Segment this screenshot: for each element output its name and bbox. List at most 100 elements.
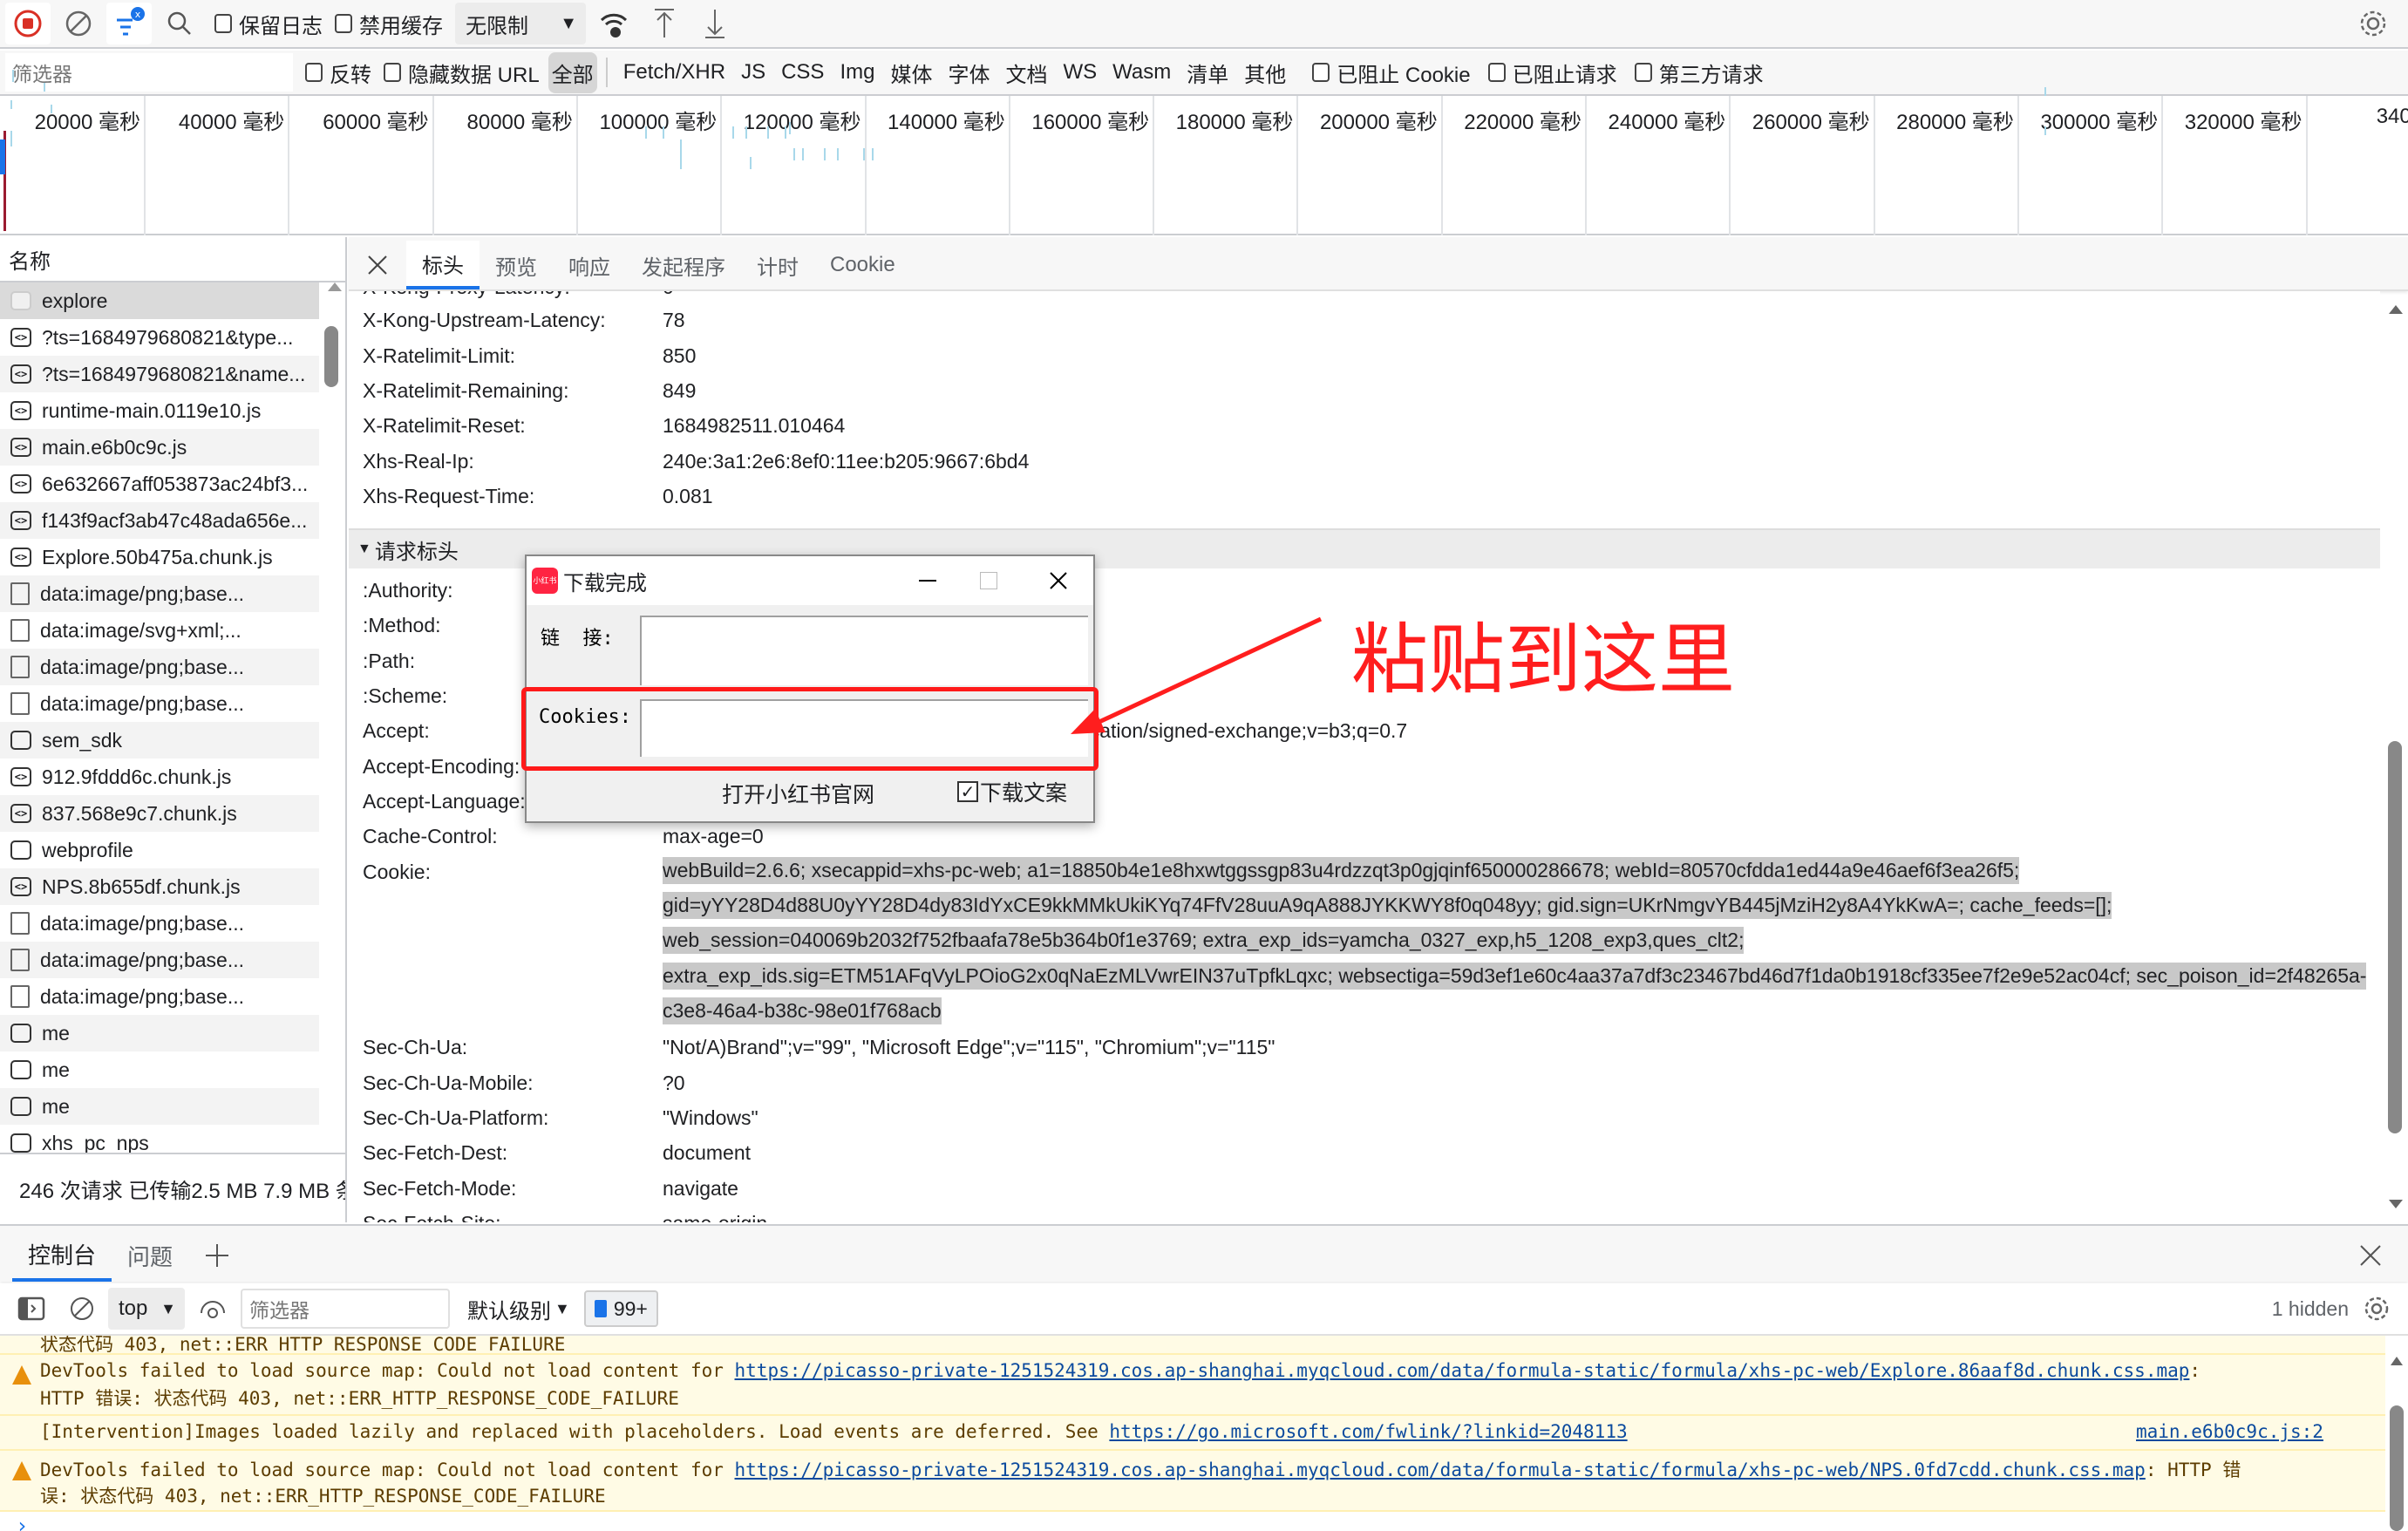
scroll-up-icon[interactable] — [2391, 1357, 2403, 1365]
close-detail-button[interactable] — [349, 241, 406, 289]
checkmark-icon[interactable]: ✓ — [957, 781, 978, 802]
request-row[interactable]: explore — [0, 282, 319, 319]
link-input[interactable] — [640, 616, 1088, 685]
request-row[interactable]: data:image/png;base... — [0, 905, 319, 942]
cookie-value-line[interactable]: web_session=040069b2032f752fbaafa78e5b36… — [663, 927, 1745, 955]
sidebar-toggle-button[interactable] — [9, 1288, 54, 1330]
request-row[interactable]: <> main.e6b0c9c.js — [0, 429, 319, 466]
request-row[interactable]: data:image/svg+xml;... — [0, 612, 319, 649]
scroll-down-icon[interactable] — [2389, 1200, 2403, 1208]
checkbox-box[interactable] — [1634, 63, 1652, 82]
name-column-header[interactable]: 名称 — [0, 237, 345, 282]
type-filter-wasm[interactable]: Wasm — [1112, 60, 1171, 85]
dialog-close-button[interactable] — [1024, 571, 1093, 590]
request-row[interactable]: <> 837.568e9c7.chunk.js — [0, 795, 319, 832]
import-har-button[interactable] — [642, 3, 687, 44]
checkbox-box[interactable] — [1487, 63, 1506, 82]
request-row[interactable]: <> f143f9acf3ab47c48ada656e... — [0, 502, 319, 539]
cookies-input[interactable] — [640, 699, 1088, 757]
network-settings-button[interactable] — [2350, 3, 2396, 44]
console-settings-button[interactable] — [2354, 1288, 2399, 1330]
type-filter-css[interactable]: CSS — [781, 60, 824, 85]
type-filter-ws[interactable]: WS — [1063, 60, 1097, 85]
request-row[interactable]: data:image/png;base... — [0, 685, 319, 722]
record-button[interactable] — [5, 3, 51, 44]
close-drawer-button[interactable] — [2343, 1229, 2398, 1282]
type-filter-img[interactable]: Img — [840, 60, 874, 85]
third-party-checkbox[interactable]: 第三方请求 — [1634, 58, 1764, 88]
network-conditions-button[interactable] — [591, 3, 636, 44]
tab-initiator[interactable]: 发起程序 — [626, 241, 741, 289]
type-filter-manifest[interactable]: 清单 — [1187, 58, 1228, 88]
type-filter-font[interactable]: 字体 — [948, 58, 990, 88]
clear-button[interactable] — [56, 3, 101, 44]
type-filter-js[interactable]: JS — [741, 60, 765, 85]
blocked-requests-checkbox[interactable]: 已阻止请求 — [1487, 58, 1617, 88]
preserve-log-checkbox[interactable]: 保留日志 — [214, 9, 323, 39]
console-filter-input[interactable]: 筛选器 — [241, 1289, 450, 1329]
scroll-up-icon[interactable] — [2389, 305, 2403, 314]
headers-scrollbar[interactable] — [2385, 296, 2405, 1221]
search-button[interactable] — [157, 3, 202, 44]
type-filter-other[interactable]: 其他 — [1244, 58, 1286, 88]
maximize-button[interactable] — [954, 572, 1024, 589]
network-overview-timeline[interactable]: 20000 毫秒 40000 毫秒 60000 毫秒 80000 毫秒 100000 毫… — [0, 70, 2408, 235]
filter-toggle-button[interactable]: x — [106, 3, 152, 44]
type-filter-media[interactable]: 媒体 — [890, 58, 932, 88]
export-har-button[interactable] — [692, 3, 738, 44]
tab-preview[interactable]: 预览 — [480, 241, 553, 289]
message-count-badge[interactable]: 99+ — [583, 1290, 658, 1327]
clear-console-button[interactable] — [59, 1288, 105, 1330]
request-row[interactable]: <> Explore.50b475a.chunk.js — [0, 539, 319, 575]
minimize-button[interactable] — [901, 580, 954, 582]
tab-response[interactable]: 响应 — [553, 241, 626, 289]
tab-timing[interactable]: 计时 — [741, 241, 814, 289]
source-map-link[interactable]: https://picasso-private-1251524319.cos.a… — [735, 1460, 2146, 1480]
checkbox-box[interactable] — [384, 63, 401, 82]
scrollbar-thumb[interactable] — [2390, 1405, 2404, 1531]
request-row[interactable]: <> 912.9fddd6c.chunk.js — [0, 759, 319, 795]
checkbox-box[interactable] — [335, 14, 352, 33]
log-level-select[interactable]: 默认级别 ▼ — [467, 1294, 570, 1324]
request-row[interactable]: <> runtime-main.0119e10.js — [0, 392, 319, 429]
scroll-up-icon[interactable] — [328, 282, 342, 291]
throttle-select[interactable]: 无限制 ▼ — [455, 3, 586, 44]
checkbox-box[interactable] — [214, 14, 232, 33]
request-row[interactable]: <> 6e632667aff053873ac24bf3... — [0, 466, 319, 502]
cookie-value-line[interactable]: webBuild=2.6.6; xsecappid=xhs-pc-web; a1… — [663, 856, 2020, 884]
console-scrollbar[interactable] — [2387, 1336, 2406, 1531]
download-text-checkbox[interactable]: ✓ 下载文案 — [957, 776, 1067, 807]
type-filter-all[interactable]: 全部 — [548, 51, 597, 93]
tab-issues[interactable]: 问题 — [112, 1229, 188, 1282]
request-row[interactable]: webprofile — [0, 832, 319, 868]
request-row[interactable]: data:image/png;base... — [0, 575, 319, 612]
request-row[interactable]: me — [0, 1015, 319, 1051]
request-row[interactable]: data:image/png;base... — [0, 942, 319, 978]
tab-headers[interactable]: 标头 — [406, 241, 480, 289]
scrollbar-thumb[interactable] — [2388, 741, 2402, 1133]
cookie-value-line[interactable]: extra_exp_ids.sig=ETM51AFqVyLPOioG2x0qNa… — [663, 962, 2367, 990]
live-expression-button[interactable] — [190, 1288, 235, 1330]
request-row[interactable]: sem_sdk — [0, 722, 319, 759]
request-row[interactable]: me — [0, 1088, 319, 1125]
context-select[interactable]: top ▼ — [108, 1288, 185, 1330]
hide-data-urls-checkbox[interactable]: 隐藏数据 URL — [384, 58, 540, 88]
blocked-cookies-checkbox[interactable]: 已阻止 Cookie — [1312, 58, 1471, 88]
checkbox-box[interactable] — [305, 63, 323, 82]
request-row[interactable]: <> NPS.8b655df.chunk.js — [0, 868, 319, 905]
scrollbar-thumb[interactable] — [324, 326, 338, 387]
type-filter-fetch-xhr[interactable]: Fetch/XHR — [623, 60, 725, 85]
tab-console[interactable]: 控制台 — [12, 1229, 112, 1282]
request-list-scrollbar[interactable] — [323, 282, 344, 1196]
request-row[interactable]: data:image/png;base... — [0, 649, 319, 685]
source-location-link[interactable]: main.e6b0c9c.js:2 — [2136, 1421, 2323, 1442]
checkbox-box[interactable] — [1312, 63, 1330, 82]
invert-checkbox[interactable]: 反转 — [305, 58, 371, 88]
request-row[interactable]: me — [0, 1051, 319, 1088]
request-row[interactable]: data:image/png;base... — [0, 978, 319, 1015]
request-row[interactable]: <> ?ts=1684979680821&name... — [0, 356, 319, 392]
request-row[interactable]: <> ?ts=1684979680821&type... — [0, 319, 319, 356]
info-link[interactable]: https://go.microsoft.com/fwlink/?linkid=… — [1109, 1421, 1627, 1442]
filter-input[interactable]: 筛选器 — [5, 53, 293, 92]
add-tab-button[interactable] — [188, 1229, 246, 1282]
